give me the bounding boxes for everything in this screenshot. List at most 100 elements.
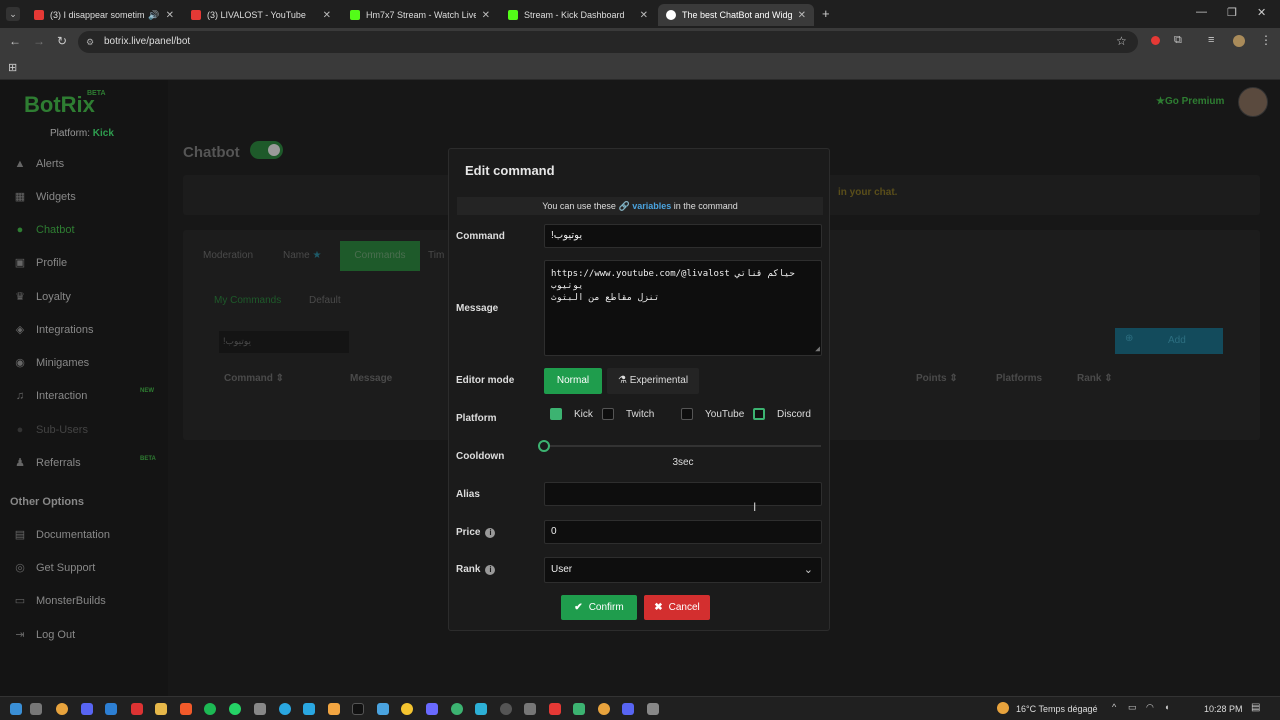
- close-tab-icon[interactable]: ✕: [640, 10, 648, 21]
- discord-icon[interactable]: [81, 703, 93, 715]
- platform-kick-checkbox[interactable]: Kick: [550, 408, 593, 420]
- close-tab-icon[interactable]: ✕: [482, 10, 490, 21]
- bookmark-star-icon[interactable]: ☆: [1116, 34, 1127, 48]
- app-icon[interactable]: [377, 703, 389, 715]
- sidebar-item-referrals[interactable]: ♟ Referrals: [14, 455, 81, 471]
- app-icon[interactable]: [549, 703, 561, 715]
- sidebar-item-support[interactable]: ◎ Get Support: [14, 560, 95, 576]
- weather-text[interactable]: 16°C Temps dégagé: [1016, 704, 1098, 714]
- sidebar-item-sub-users[interactable]: ● Sub-Users: [14, 422, 88, 438]
- checkbox-box[interactable]: [550, 408, 562, 420]
- app-icon[interactable]: [401, 703, 413, 715]
- column-command[interactable]: Command ⇕: [224, 373, 284, 384]
- cooldown-slider-handle[interactable]: [538, 440, 550, 452]
- menu-icon[interactable]: ⋮: [1260, 33, 1272, 47]
- volume-icon[interactable]: ◖: [1164, 702, 1169, 712]
- column-points[interactable]: Points ⇕: [916, 373, 958, 384]
- sidebar-item-integrations[interactable]: ◈ Integrations: [14, 322, 94, 338]
- app-icon[interactable]: [131, 703, 143, 715]
- brave-icon[interactable]: [180, 703, 192, 715]
- chrome-icon[interactable]: [56, 703, 68, 715]
- chrome-icon[interactable]: [598, 703, 610, 715]
- new-tab-icon[interactable]: +: [822, 6, 830, 21]
- resize-handle-icon[interactable]: ◢: [815, 343, 820, 355]
- close-tab-icon[interactable]: ✕: [798, 10, 806, 21]
- app-icon[interactable]: [524, 703, 536, 715]
- maximize-icon[interactable]: ❐: [1227, 6, 1237, 19]
- tab-moderation[interactable]: Moderation: [203, 250, 253, 261]
- notifications-icon[interactable]: ▤: [1251, 702, 1260, 713]
- close-window-icon[interactable]: ✕: [1257, 6, 1266, 19]
- forward-icon[interactable]: →: [33, 34, 45, 48]
- sidebar-item-monsterbuilds[interactable]: ▭ MonsterBuilds: [14, 593, 106, 609]
- sidebar-item-profile[interactable]: ▣ Profile: [14, 255, 67, 271]
- app-icon[interactable]: [647, 703, 659, 715]
- tab-search-icon[interactable]: ⌄: [6, 7, 20, 21]
- apps-grid-icon[interactable]: ⊞: [8, 61, 17, 74]
- clock[interactable]: 10:28 PM: [1204, 704, 1243, 714]
- tab-timers[interactable]: Tim: [428, 250, 444, 261]
- profile-avatar-icon[interactable]: [1233, 35, 1245, 47]
- checkbox-box[interactable]: [753, 408, 765, 420]
- start-icon[interactable]: [10, 703, 22, 715]
- subtab-default[interactable]: Default: [309, 295, 341, 306]
- go-premium-link[interactable]: ★Go Premium: [1156, 96, 1224, 107]
- minimize-icon[interactable]: —: [1196, 6, 1207, 18]
- confirm-button[interactable]: ✔ Confirm: [561, 595, 637, 620]
- browser-tab[interactable]: Hm7x7 Stream - Watch Live on ✕: [342, 4, 498, 26]
- logo[interactable]: BotRix: [24, 92, 95, 118]
- sidebar-item-logout[interactable]: ⇥ Log Out: [14, 627, 75, 643]
- browser-tab[interactable]: Stream - Kick Dashboard ✕: [500, 4, 656, 26]
- platform-youtube-checkbox[interactable]: YouTube: [681, 408, 744, 420]
- app-icon[interactable]: [451, 703, 463, 715]
- browser-tab-active[interactable]: The best ChatBot and Widgets ✕: [658, 4, 814, 26]
- app-icon[interactable]: [426, 703, 438, 715]
- sidebar-item-widgets[interactable]: ▦ Widgets: [14, 189, 76, 205]
- sidebar-item-documentation[interactable]: ▤ Documentation: [14, 527, 110, 543]
- message-textarea[interactable]: https://www.youtube.com/@livalost حياكم …: [544, 260, 822, 356]
- tab-name[interactable]: Name ★: [283, 250, 321, 261]
- subtab-my-commands[interactable]: My Commands: [214, 295, 281, 306]
- folder-icon[interactable]: [155, 703, 167, 715]
- vscode-icon[interactable]: [105, 703, 117, 715]
- user-avatar[interactable]: [1238, 87, 1268, 117]
- editor-experimental-button[interactable]: ⚗ Experimental: [607, 368, 699, 394]
- wifi-icon[interactable]: ◠: [1146, 702, 1154, 713]
- app-icon[interactable]: [328, 703, 340, 715]
- extension-icon[interactable]: [1151, 36, 1160, 45]
- alias-input[interactable]: [544, 482, 822, 506]
- tiktok-icon[interactable]: [352, 703, 364, 715]
- app-icon[interactable]: [475, 703, 487, 715]
- app-icon[interactable]: [500, 703, 512, 715]
- platform-discord-checkbox[interactable]: Discord: [753, 408, 811, 420]
- close-tab-icon[interactable]: ✕: [323, 10, 331, 21]
- puzzle-icon[interactable]: ⧉: [1174, 34, 1182, 47]
- back-icon[interactable]: ←: [9, 34, 21, 48]
- add-command-button[interactable]: ⊕ Add: [1115, 328, 1223, 354]
- site-info-icon[interactable]: ⚙: [86, 31, 94, 53]
- app-icon[interactable]: [279, 703, 291, 715]
- editor-normal-button[interactable]: Normal: [544, 368, 602, 394]
- info-icon[interactable]: i: [485, 565, 496, 575]
- spotify-icon[interactable]: [204, 703, 216, 715]
- telegram-icon[interactable]: [303, 703, 315, 715]
- network-icon[interactable]: ▭: [1128, 702, 1137, 713]
- tab-commands[interactable]: Commands: [340, 241, 420, 271]
- app-icon[interactable]: [622, 703, 634, 715]
- app-icon[interactable]: [573, 703, 585, 715]
- platform-twitch-checkbox[interactable]: Twitch: [602, 408, 654, 420]
- whatsapp-icon[interactable]: [229, 703, 241, 715]
- task-view-icon[interactable]: [30, 703, 42, 715]
- browser-tab[interactable]: (3) I disappear sometimes, 🔊 ✕: [26, 4, 182, 26]
- checkbox-box[interactable]: [602, 408, 614, 420]
- checkbox-box[interactable]: [681, 408, 693, 420]
- cancel-button[interactable]: ✖ Cancel: [644, 595, 710, 620]
- sidebar-item-chatbot[interactable]: ● Chatbot: [14, 222, 75, 238]
- sidebar-item-alerts[interactable]: ▲ Alerts: [14, 156, 65, 172]
- cooldown-slider-track[interactable]: [545, 445, 821, 447]
- browser-tab[interactable]: (3) LIVALOST - YouTube ✕: [183, 4, 339, 26]
- chatbot-toggle[interactable]: [250, 141, 283, 159]
- command-search-input[interactable]: !يوتيوب: [219, 331, 349, 353]
- close-tab-icon[interactable]: ✕: [166, 10, 174, 21]
- speaker-icon[interactable]: 🔊: [148, 10, 159, 21]
